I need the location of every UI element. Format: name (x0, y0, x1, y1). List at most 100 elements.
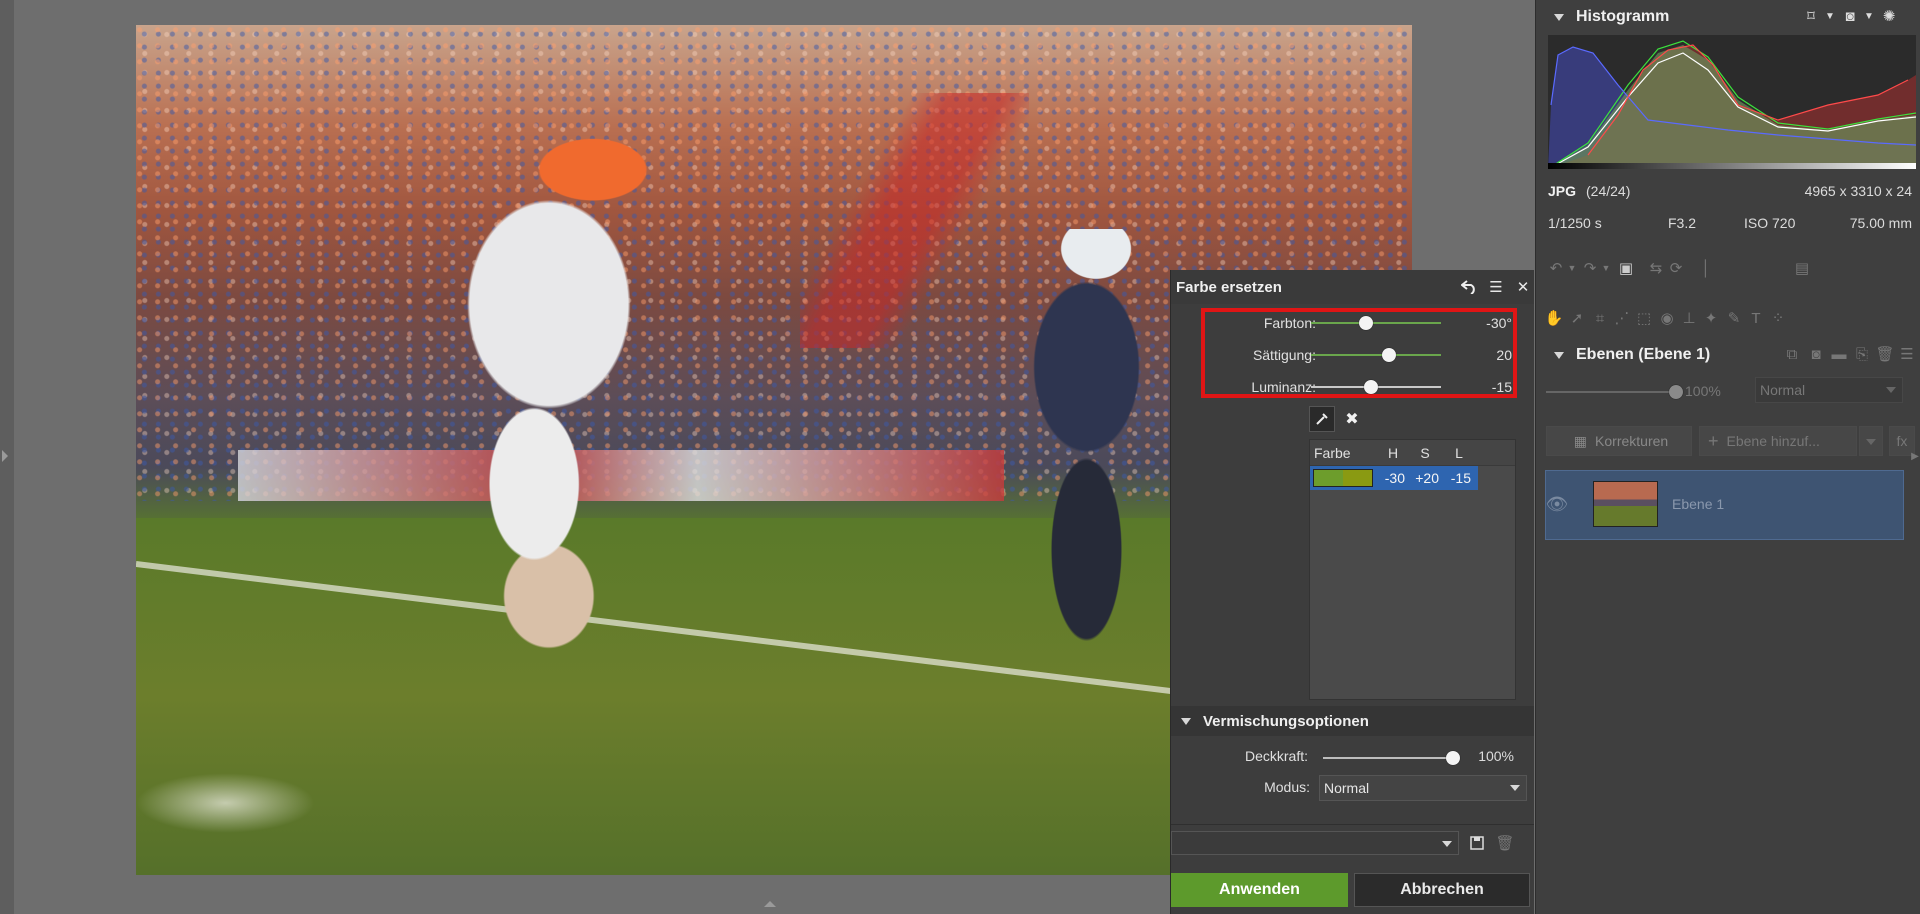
layer-thumbnail (1593, 481, 1658, 527)
expand-left-panel-handle[interactable] (2, 450, 8, 462)
compare-icon[interactable]: ⇆ (1646, 258, 1666, 278)
layer-mode-value: Normal (1760, 382, 1806, 398)
opacity-value[interactable]: 100% (1478, 748, 1514, 764)
corrections-button[interactable]: ▦ Korrekturen (1546, 426, 1692, 456)
retouch-tool-icon[interactable]: ✦ (1701, 308, 1721, 328)
color-table: Farbe H S L -30 +20 -15 (1309, 439, 1516, 700)
corrections-label: Korrekturen (1595, 433, 1669, 449)
replace-color-dialog: Farbe ersetzen ☰ ✕ Farbton: -30° Sättigu… (1170, 270, 1534, 914)
layer-opacity-thumb[interactable] (1669, 385, 1683, 399)
hue-slider[interactable] (1311, 316, 1441, 330)
luminance-slider-row: Luminanz: -15 (1171, 374, 1534, 400)
hue-slider-row: Farbton: -30° (1171, 310, 1534, 336)
luminance-value[interactable]: -15 (1492, 379, 1512, 395)
luminance-slider[interactable] (1311, 380, 1441, 394)
more-tools-icon[interactable]: ⁘ (1768, 308, 1788, 328)
layer-mask-icon[interactable]: ◙ (1806, 344, 1826, 364)
folder-icon[interactable]: ▬ (1829, 344, 1849, 364)
image-icon[interactable]: ▣ (1616, 258, 1636, 278)
layers-title: Ebenen (Ebene 1) (1576, 346, 1711, 363)
expand-bottom-panel-handle[interactable] (764, 901, 776, 907)
mask-icon[interactable]: ◙ (1840, 6, 1860, 26)
selection-tool-icon[interactable]: ⬚ (1634, 308, 1654, 328)
saturation-slider[interactable] (1311, 348, 1441, 362)
apply-button[interactable]: Anwenden (1171, 873, 1348, 907)
dialog-titlebar: Farbe ersetzen ☰ ✕ (1171, 270, 1534, 304)
select-tool-icon[interactable]: ➚ (1567, 308, 1587, 328)
file-format: JPG (1548, 183, 1577, 199)
header-farbe: Farbe (1314, 444, 1351, 461)
merge-layer-icon[interactable]: ⎘ (1852, 344, 1872, 364)
remove-color-icon[interactable]: ✖ (1339, 406, 1365, 432)
close-icon[interactable]: ✕ (1512, 276, 1534, 298)
corrections-icon: ▦ (1573, 432, 1588, 449)
row-h: -30 (1384, 470, 1405, 486)
luminance-label: Luminanz: (1251, 379, 1316, 395)
focal-length: 75.00 mm (1849, 215, 1912, 231)
eye-icon[interactable]: 👁 (1546, 494, 1569, 514)
layer-opacity-value[interactable]: 100% (1685, 383, 1721, 399)
color-swatch (1313, 469, 1373, 487)
color-tools: ✖ (1309, 406, 1365, 432)
collapse-right-panel-handle[interactable]: ▶ (1905, 446, 1920, 466)
chevron-down-icon[interactable]: ▼ (1596, 258, 1616, 278)
chevron-down-icon (1442, 841, 1452, 847)
header-s: S (1420, 444, 1430, 461)
export-icon[interactable]: ▤ (1792, 258, 1812, 278)
layer-menu-icon[interactable]: ☰ (1897, 344, 1917, 364)
brush-tool-icon[interactable]: ✎ (1724, 308, 1744, 328)
cancel-button[interactable]: Abbrechen (1354, 873, 1530, 907)
luminance-slider-thumb[interactable] (1363, 380, 1378, 394)
saturation-value[interactable]: 20 (1496, 347, 1512, 363)
header-l: L (1455, 444, 1463, 461)
plus-icon: + (1708, 430, 1719, 451)
text-tool-icon[interactable]: T (1746, 308, 1766, 328)
chevron-down-icon (1886, 387, 1896, 393)
collapse-icon (1554, 351, 1564, 359)
opacity-slider[interactable] (1323, 751, 1460, 765)
rotate-icon[interactable]: ⟳ (1666, 258, 1686, 278)
layer-opacity-slider[interactable] (1546, 385, 1683, 399)
header-h: H (1387, 444, 1399, 461)
add-layer-dropdown[interactable] (1859, 426, 1883, 456)
aperture: F3.2 (1668, 215, 1697, 231)
eyedropper-icon[interactable] (1309, 406, 1335, 432)
chevron-down-icon[interactable]: ▼ (1562, 258, 1582, 278)
color-table-row[interactable]: -30 +20 -15 (1310, 466, 1478, 490)
undo-icon[interactable] (1458, 276, 1480, 298)
chevron-down-icon[interactable]: ▼ (1859, 6, 1879, 26)
transform-tool-icon[interactable]: ⋰ (1612, 308, 1632, 328)
histogram-gradient (1548, 163, 1916, 169)
layer-name[interactable]: Ebene 1 (1672, 496, 1724, 512)
delete-preset-icon[interactable]: 🗑 (1495, 833, 1515, 853)
add-layer-button[interactable]: + Ebene hinzuf... (1699, 426, 1857, 456)
add-layer-label: Ebene hinzuf... (1726, 433, 1820, 449)
photo-player-white (416, 135, 711, 697)
chevron-down-icon (1866, 439, 1876, 445)
sun-icon[interactable]: ✺ (1879, 6, 1899, 26)
row-l: -15 (1450, 470, 1471, 486)
preset-select[interactable] (1171, 831, 1459, 855)
clipping-icon[interactable]: ⌑ (1801, 6, 1821, 26)
image-dimensions: 4965 x 3310 x 24 (1804, 183, 1912, 199)
blend-options-header[interactable]: Vermischungsoptionen (1171, 706, 1534, 736)
layer-mode-select[interactable]: Normal (1755, 377, 1903, 403)
crop-tool-icon[interactable]: ⌗ (1590, 308, 1610, 328)
hue-value[interactable]: -30° (1486, 315, 1512, 331)
save-preset-icon[interactable] (1467, 833, 1487, 853)
mode-select[interactable]: Normal (1319, 775, 1527, 801)
menu-icon[interactable]: ☰ (1485, 276, 1507, 298)
hue-slider-thumb[interactable] (1358, 316, 1373, 330)
duplicate-layer-icon[interactable]: ⧉ (1782, 344, 1802, 364)
right-panel: Histogramm ⌑ ▼ ◙ ▼ ✺ JPG (24/24) 4965 x … (1535, 0, 1920, 914)
chevron-down-icon (1510, 785, 1520, 791)
redeye-tool-icon[interactable]: ◉ (1657, 308, 1677, 328)
clone-tool-icon[interactable]: ⊥ (1679, 308, 1699, 328)
opacity-slider-thumb[interactable] (1446, 751, 1460, 765)
saturation-slider-thumb[interactable] (1382, 348, 1396, 362)
delete-layer-icon[interactable]: 🗑 (1875, 344, 1895, 364)
mode-select-value: Normal (1324, 780, 1370, 796)
photo-field-mark (136, 773, 315, 833)
chevron-down-icon[interactable]: ▼ (1820, 6, 1840, 26)
hand-tool-icon[interactable]: ✋ (1544, 308, 1564, 328)
